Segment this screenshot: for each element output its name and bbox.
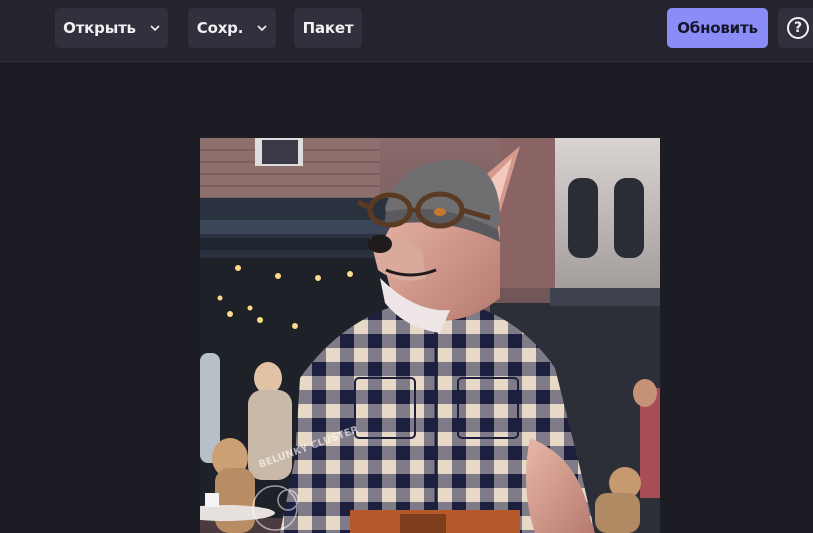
chevron-down-icon bbox=[257, 25, 267, 32]
update-button[interactable]: Обновить bbox=[667, 8, 768, 48]
batch-button-label: Пакет bbox=[302, 19, 354, 37]
open-button[interactable]: Открыть bbox=[55, 8, 168, 48]
generated-image[interactable]: BELUNKY CLUSTER bbox=[200, 138, 660, 533]
chevron-down-icon bbox=[150, 25, 160, 32]
question-circle-icon: ? bbox=[787, 17, 809, 39]
help-glyph: ? bbox=[794, 20, 802, 36]
update-button-label: Обновить bbox=[677, 19, 758, 37]
wolf-street-illustration: BELUNKY CLUSTER bbox=[200, 138, 660, 533]
save-button[interactable]: Сохр. bbox=[188, 8, 276, 48]
batch-button[interactable]: Пакет bbox=[294, 8, 362, 48]
top-toolbar: Открыть Сохр. Пакет Обновить ? bbox=[0, 0, 813, 62]
open-button-label: Открыть bbox=[63, 19, 136, 37]
save-button-label: Сохр. bbox=[196, 19, 244, 37]
help-button[interactable]: ? bbox=[778, 8, 813, 48]
